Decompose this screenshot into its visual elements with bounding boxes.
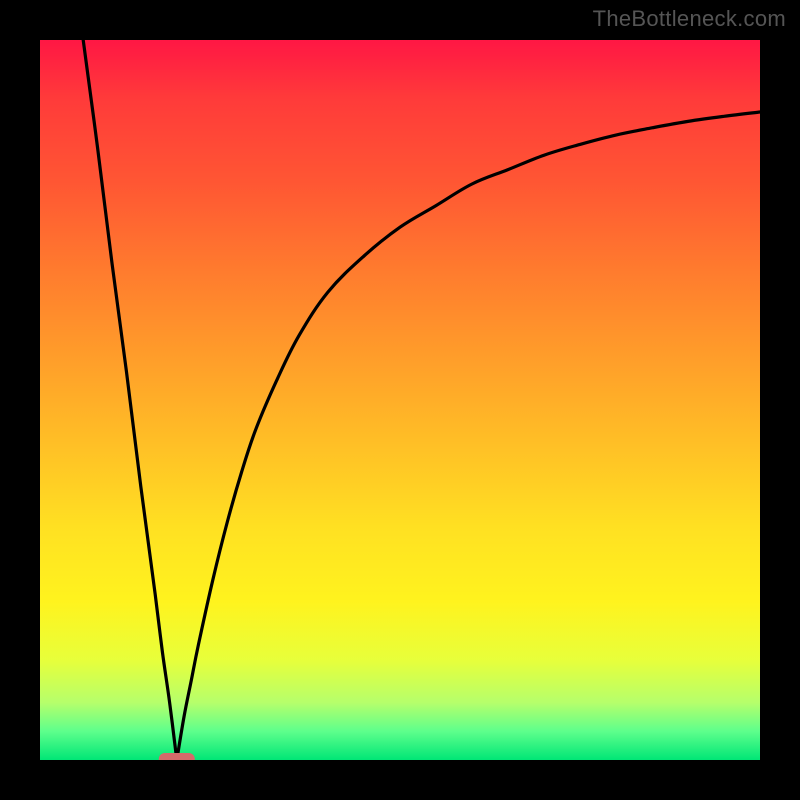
plot-area xyxy=(40,40,760,760)
bottleneck-marker xyxy=(159,753,195,760)
curve-group xyxy=(83,40,760,760)
curve-path xyxy=(83,40,760,760)
marker-group xyxy=(159,753,195,760)
chart-svg xyxy=(40,40,760,760)
chart-container: TheBottleneck.com xyxy=(0,0,800,800)
watermark-text: TheBottleneck.com xyxy=(593,6,786,32)
